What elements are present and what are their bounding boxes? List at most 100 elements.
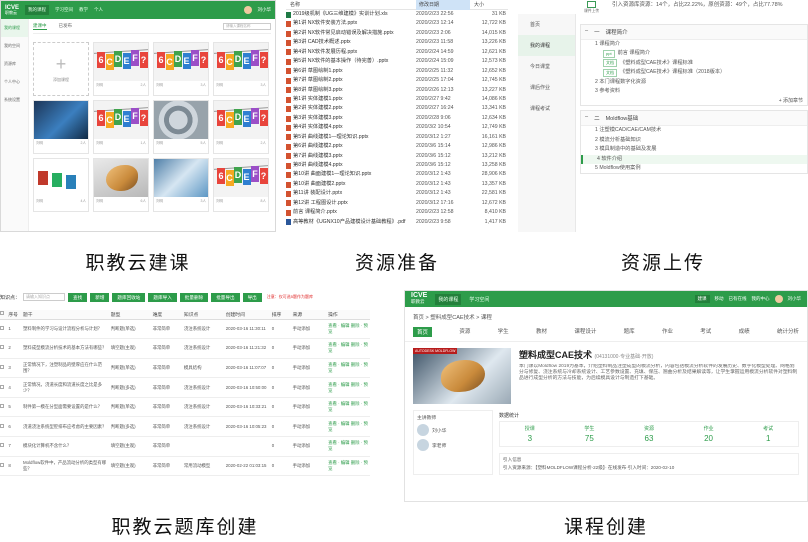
file-row[interactable]: 第3讲 实体建模3.pptx 2020/2/28 9:06 12,634 KB — [286, 114, 508, 123]
sidebar-item-my-courses[interactable]: 我的课程 — [518, 35, 575, 56]
avatar[interactable] — [774, 295, 783, 303]
row-checkbox[interactable] — [0, 404, 4, 409]
course-tab[interactable]: 学生 — [498, 327, 509, 337]
row-checkbox[interactable] — [0, 345, 4, 350]
stat-item[interactable]: 学生 75 — [584, 425, 594, 443]
toolbar-button[interactable]: 批量删除 — [179, 292, 209, 302]
chapter-item[interactable]: 文档 《塑料成型CAE技术》课程标准 — [581, 59, 807, 68]
toolbar-button[interactable]: 题库导入 — [148, 292, 177, 302]
file-row[interactable]: 第5讲 曲线建模1—理论知识.pptx 2020/3/12 1:27 16,161 … — [286, 133, 508, 142]
tab-building[interactable]: 建课中 — [33, 23, 47, 30]
nav-space[interactable]: 学习空间 — [55, 7, 73, 13]
nav-my-courses[interactable]: 我的课程 — [435, 293, 462, 305]
row-checkbox[interactable] — [0, 364, 4, 369]
row-checkbox[interactable] — [0, 325, 4, 330]
chapter-item[interactable]: 2 模流分析基础知识 — [581, 136, 807, 145]
file-row[interactable]: 第10讲 曲面建模2.pptx 2020/3/12 1:43 13,357 KB — [286, 180, 508, 189]
cell-ops[interactable]: 查看 · 编辑 删除 · 预览 — [328, 377, 370, 398]
chapter-item[interactable]: ppt 前言 课程简介 — [581, 49, 807, 59]
sidebar-item-home[interactable]: 首页 — [518, 14, 575, 35]
file-row[interactable]: 第3讲 CAD技术概述.pptx 2020/2/23 11:58 13,226 KB — [286, 38, 508, 47]
upload-button[interactable]: 课件上传 — [584, 1, 599, 14]
sidebar-item-resources[interactable]: 资源库 — [1, 55, 28, 73]
course-card[interactable]: 刘明 4人 — [33, 158, 89, 212]
course-tab[interactable]: 教材 — [536, 327, 547, 337]
column-header[interactable]: 来源 — [292, 310, 329, 320]
select-all-checkbox[interactable] — [0, 311, 4, 316]
header-date[interactable]: 修改日期 — [416, 0, 470, 10]
cell-ops[interactable]: 查看 · 编辑 删除 · 预览 — [328, 338, 370, 359]
column-header[interactable]: 题干 — [22, 310, 111, 320]
collapse-icon[interactable]: – — [585, 28, 588, 36]
chapter-item[interactable]: 5 Moldflow使用案例 — [581, 164, 807, 173]
toolbar-button[interactable]: 查找 — [68, 292, 88, 302]
cell-ops[interactable]: 查看 · 编辑 删除 · 预览 — [328, 456, 370, 477]
table-row[interactable]: 3 正常情况下，注塑制品的壁厚应在什么范围？ 判断题(单选) 非常简单 模具结构 2020… — [0, 358, 370, 379]
course-card[interactable]: 刘明 5人 — [153, 100, 209, 154]
sidebar-item-space[interactable]: 我的空间 — [1, 37, 28, 55]
chapter-item[interactable]: 1 课程简介 — [581, 40, 807, 49]
tab-published[interactable]: 已发布 — [59, 23, 73, 30]
course-card[interactable]: 6 C D E F? 刘明 2人 — [213, 100, 269, 154]
nav-space[interactable]: 学习空间 — [469, 296, 489, 303]
column-header[interactable]: 创建时间 — [225, 310, 272, 320]
course-search-input[interactable]: 请输入课程名称 — [223, 23, 271, 30]
chapter-item[interactable]: 4 软件介绍 — [581, 154, 807, 164]
file-row[interactable]: 第4讲 实体建模4.pptx 2020/3/2 10:54 12,749 KB — [286, 123, 508, 132]
file-row[interactable]: 第8讲 曲线建模4.pptx 2020/3/6 15:12 13,258 KB — [286, 161, 508, 170]
file-row[interactable]: 第7讲 曲线建模3.pptx 2020/3/6 15:12 13,212 KB — [286, 152, 508, 161]
course-tab[interactable]: 题库 — [624, 327, 635, 337]
sidebar-item-today[interactable]: 今日课堂 — [518, 56, 575, 77]
chapter-item[interactable]: 3 模具制造中的基础及发展 — [581, 145, 807, 154]
course-card[interactable]: 6 C D E F? 刘明 3人 — [153, 42, 209, 96]
course-card[interactable]: 刘明 2人 — [33, 100, 89, 154]
center-link[interactable]: 我的中心 — [752, 296, 770, 302]
course-tab[interactable]: 资源 — [459, 327, 470, 337]
header-size[interactable]: 大小 — [470, 1, 508, 8]
column-header[interactable]: 排序 — [271, 310, 293, 320]
column-header[interactable]: 操作 — [328, 310, 370, 320]
file-row[interactable]: 2019级机制《UG三维建模》实训计划.xls 2020/2/23 22:56 31… — [286, 10, 508, 19]
column-header[interactable]: 序号 — [8, 310, 23, 320]
course-tab[interactable]: 统计分析 — [777, 327, 799, 337]
mobile-link[interactable]: 移动 — [715, 296, 724, 302]
course-tab[interactable]: 首页 — [413, 327, 433, 337]
row-checkbox[interactable] — [0, 384, 4, 389]
file-row[interactable]: 第10讲 曲面建模1—理论知识.pptx 2020/3/12 1:43 28,906… — [286, 170, 508, 179]
course-tab[interactable]: 课程设计 — [574, 327, 596, 337]
file-row[interactable]: 第8讲 草图绘制3.pptx 2020/2/26 12:13 13,227 KB — [286, 86, 508, 95]
cell-ops[interactable]: 查看 · 编辑 删除 · 预览 — [328, 358, 370, 379]
table-row[interactable]: 4 正常情况，浇道长度和流道长度之比是多少？ 判断题(多选) 非常简单 浇注系统设计 20… — [0, 377, 370, 398]
course-card[interactable]: 6 C D E F? 刘明 8人 — [213, 158, 269, 212]
stat-item[interactable]: 作业 20 — [704, 425, 714, 443]
file-row[interactable]: 第7讲 草图绘制2.pptx 2020/2/25 17:04 12,745 KB — [286, 76, 508, 85]
chapter-item[interactable]: 3 参考资料 — [581, 87, 807, 96]
course-tab[interactable]: 成绩 — [739, 327, 750, 337]
toolbar-button[interactable]: 批量导出 — [211, 292, 240, 302]
cell-ops[interactable]: 查看 · 编辑 删除 · 预览 — [328, 416, 370, 438]
nav-personal[interactable]: 个人 — [94, 7, 103, 13]
file-row[interactable]: 第11讲 装配设计.pptx 2020/3/12 1:43 22,581 KB — [286, 189, 508, 198]
cell-ops[interactable]: 查看 · 编辑 删除 · 预览 — [328, 397, 370, 418]
sidebar-item-profile[interactable]: 个人中心 — [1, 73, 28, 91]
user-area[interactable]: 刘小华 — [243, 6, 271, 14]
table-row[interactable]: 8 Moldflow软件中，产品流动分析的类型有哪些？ 填空题(主观) 非常简单 常用流… — [0, 456, 370, 477]
file-row[interactable]: 第2讲 实体建模2.pptx 2020/2/27 16:24 13,341 KB — [286, 104, 508, 113]
file-row[interactable]: 第6讲 曲线建模2.pptx 2020/3/6 15:14 12,986 KB — [286, 142, 508, 151]
file-row[interactable]: 第5讲 NX软件的基本操作（待完善）.pptx 2020/2/24 15:09 12… — [286, 57, 508, 66]
row-checkbox[interactable] — [0, 423, 4, 428]
sidebar-item-settings[interactable]: 系统设置 — [1, 91, 28, 109]
column-header[interactable] — [0, 310, 9, 320]
logo[interactable]: ICVE 职教云 — [5, 5, 19, 15]
nav-teaching[interactable]: 教学 — [79, 7, 88, 13]
knowledge-search-input[interactable]: 请输入知识点 — [23, 293, 66, 301]
file-row[interactable]: 前言 课程简介.pptx 2020/2/23 12:58 8,410 KB — [286, 208, 508, 217]
logo[interactable]: ICVE 职教云 — [411, 292, 427, 305]
toolbar-button[interactable]: 新增 — [90, 292, 110, 302]
chapter-item[interactable]: 1 注塑模CAD/CAE/CAM技术 — [581, 126, 807, 135]
sidebar-item-exam[interactable]: 课程考试 — [518, 98, 575, 119]
avatar[interactable] — [243, 6, 252, 14]
file-row[interactable]: 高等教材《UGNX10产品建模设计基础教程》.pdf 2020/2/23 9:58… — [286, 218, 508, 227]
header-name[interactable]: 名称 — [286, 1, 416, 8]
stat-item[interactable]: 授课 3 — [525, 425, 535, 443]
